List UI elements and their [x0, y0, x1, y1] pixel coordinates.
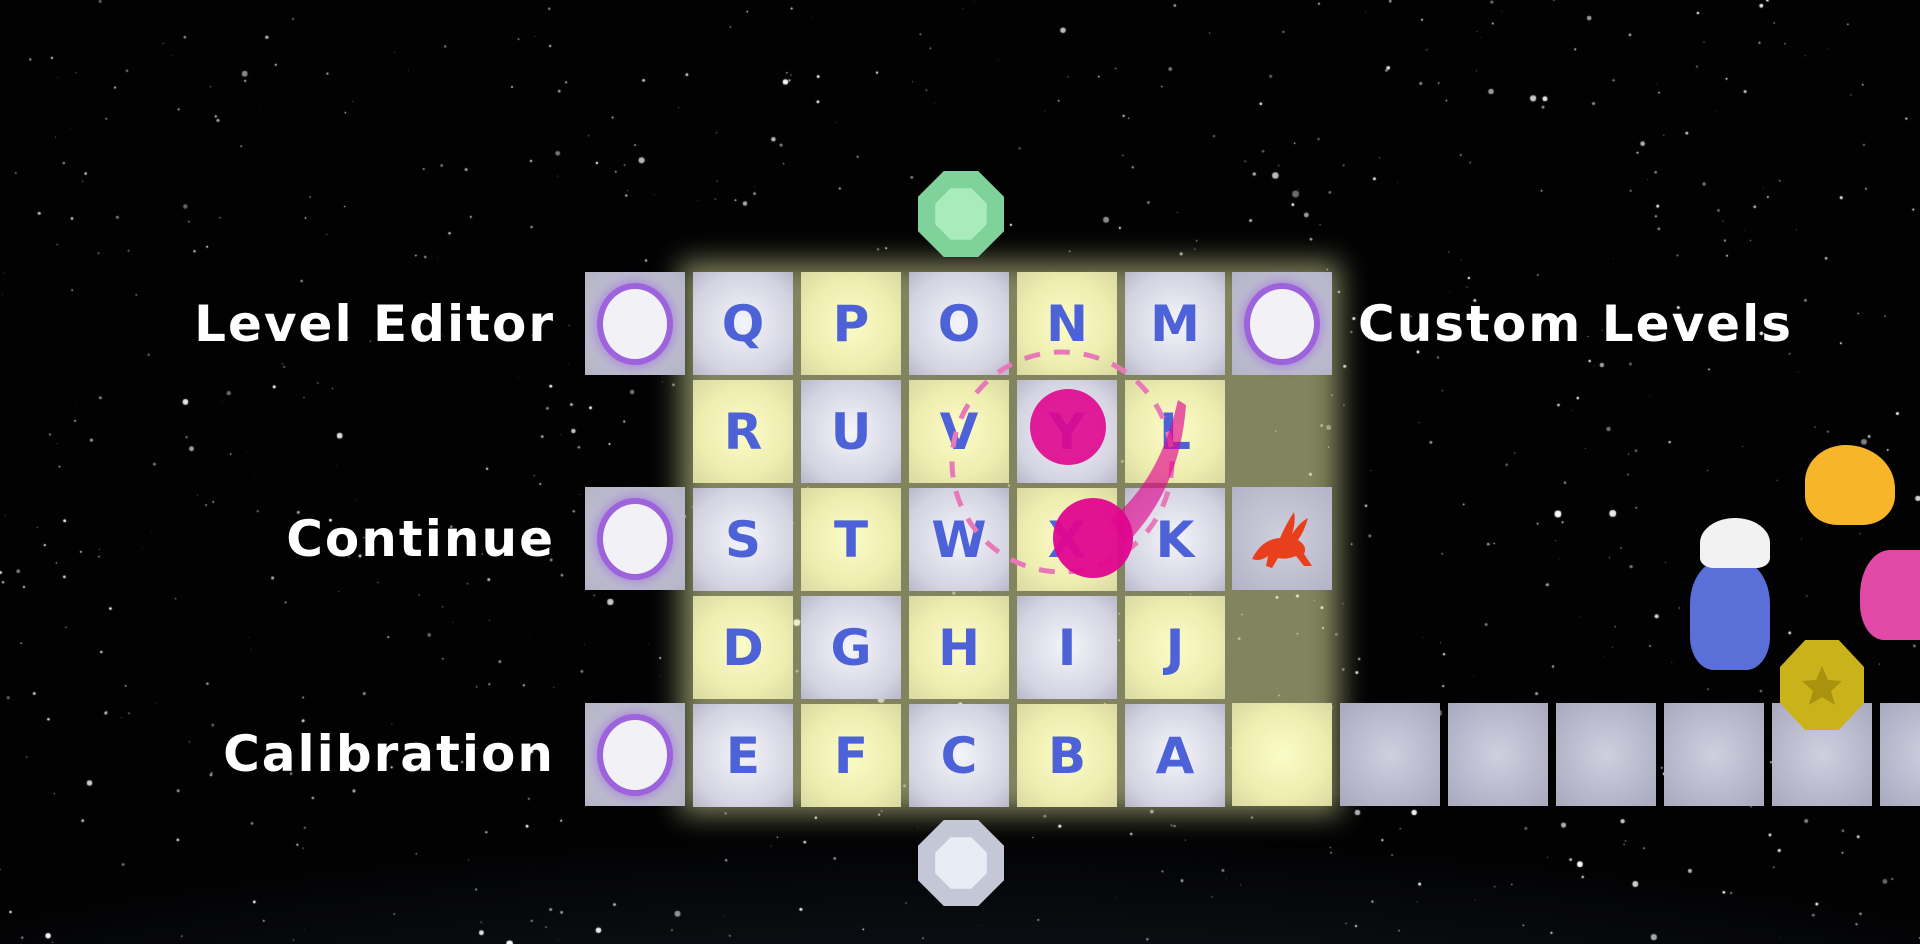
portal-icon — [603, 288, 667, 359]
letter-tile[interactable]: K — [1125, 488, 1225, 591]
floor-tile — [1664, 703, 1764, 806]
white-gem-icon[interactable] — [918, 820, 1004, 906]
letter-tile[interactable]: L — [1125, 380, 1225, 483]
tile-letter: V — [939, 402, 979, 461]
calibration-label[interactable]: Calibration — [223, 724, 555, 784]
continue-portal-tile[interactable] — [585, 487, 685, 590]
tile-letter: E — [725, 726, 761, 785]
tile-letter: M — [1150, 294, 1200, 353]
tile-letter: U — [830, 402, 872, 461]
tile-letter: K — [1155, 510, 1195, 569]
letter-tile[interactable]: C — [909, 704, 1009, 807]
tile-letter: L — [1159, 402, 1191, 461]
portal-icon — [1250, 288, 1314, 359]
tile-letter: I — [1057, 618, 1077, 677]
letter-tile[interactable]: O — [909, 272, 1009, 375]
letter-tile[interactable]: A — [1125, 704, 1225, 807]
tile-letter: P — [832, 294, 870, 353]
floor-tile — [1448, 703, 1548, 806]
letter-tile[interactable]: Q — [693, 272, 793, 375]
letter-tile[interactable]: J — [1125, 596, 1225, 699]
floor-tile — [1556, 703, 1656, 806]
tile-letter: T — [833, 510, 869, 569]
tile-letter: G — [830, 618, 872, 677]
tile-letter: R — [723, 402, 763, 461]
letter-tile[interactable]: X — [1017, 488, 1117, 591]
letter-tile[interactable]: W — [909, 488, 1009, 591]
tile-letter: N — [1046, 294, 1088, 353]
character-blue-hair — [1690, 560, 1770, 670]
tile-letter: F — [833, 726, 869, 785]
letter-tile[interactable]: G — [801, 596, 901, 699]
tile-letter: W — [931, 510, 987, 569]
tile-letter: X — [1047, 510, 1087, 569]
calibration-portal-tile[interactable] — [585, 703, 685, 806]
tile-letter: Q — [721, 294, 765, 353]
floor-tile — [1880, 703, 1920, 806]
letter-tile[interactable]: B — [1017, 704, 1117, 807]
tile-letter: S — [724, 510, 761, 569]
rabbit-icon — [1252, 511, 1312, 568]
letter-tile[interactable]: D — [693, 596, 793, 699]
letter-tile[interactable]: N — [1017, 272, 1117, 375]
tile-letter: B — [1047, 726, 1087, 785]
portal-icon — [603, 503, 667, 574]
letter-tile[interactable]: Y — [1017, 380, 1117, 483]
letter-tile[interactable]: T — [801, 488, 901, 591]
green-gem-icon[interactable] — [918, 171, 1004, 257]
letter-tile[interactable]: R — [693, 380, 793, 483]
character-pink-hair — [1860, 550, 1920, 640]
floor-tile-highlighted — [1232, 703, 1332, 806]
letter-tile[interactable]: P — [801, 272, 901, 375]
letter-tile[interactable]: F — [801, 704, 901, 807]
tile-letter: D — [722, 618, 764, 677]
tile-letter: H — [938, 618, 980, 677]
letter-tile[interactable]: M — [1125, 272, 1225, 375]
tile-letter: O — [937, 294, 981, 353]
continue-label[interactable]: Continue — [286, 509, 555, 569]
letter-tile[interactable]: H — [909, 596, 1009, 699]
floor-tile — [1340, 703, 1440, 806]
letter-tile[interactable]: I — [1017, 596, 1117, 699]
tile-letter: Y — [1048, 402, 1086, 461]
custom-levels-portal-tile[interactable] — [1232, 272, 1332, 375]
level-editor-label[interactable]: Level Editor — [194, 294, 555, 354]
letter-tile[interactable]: U — [801, 380, 901, 483]
tile-letter: A — [1155, 726, 1195, 785]
character-white-hat — [1700, 518, 1770, 568]
letter-tile[interactable]: E — [693, 704, 793, 807]
letter-tile[interactable]: V — [909, 380, 1009, 483]
letter-tile[interactable]: S — [693, 488, 793, 591]
level-editor-portal-tile[interactable] — [585, 272, 685, 375]
tile-letter: J — [1165, 618, 1185, 677]
tile-letter: C — [940, 726, 978, 785]
rabbit-speed-tile[interactable] — [1232, 487, 1332, 590]
custom-levels-label[interactable]: Custom Levels — [1358, 294, 1793, 354]
portal-icon — [603, 719, 667, 790]
